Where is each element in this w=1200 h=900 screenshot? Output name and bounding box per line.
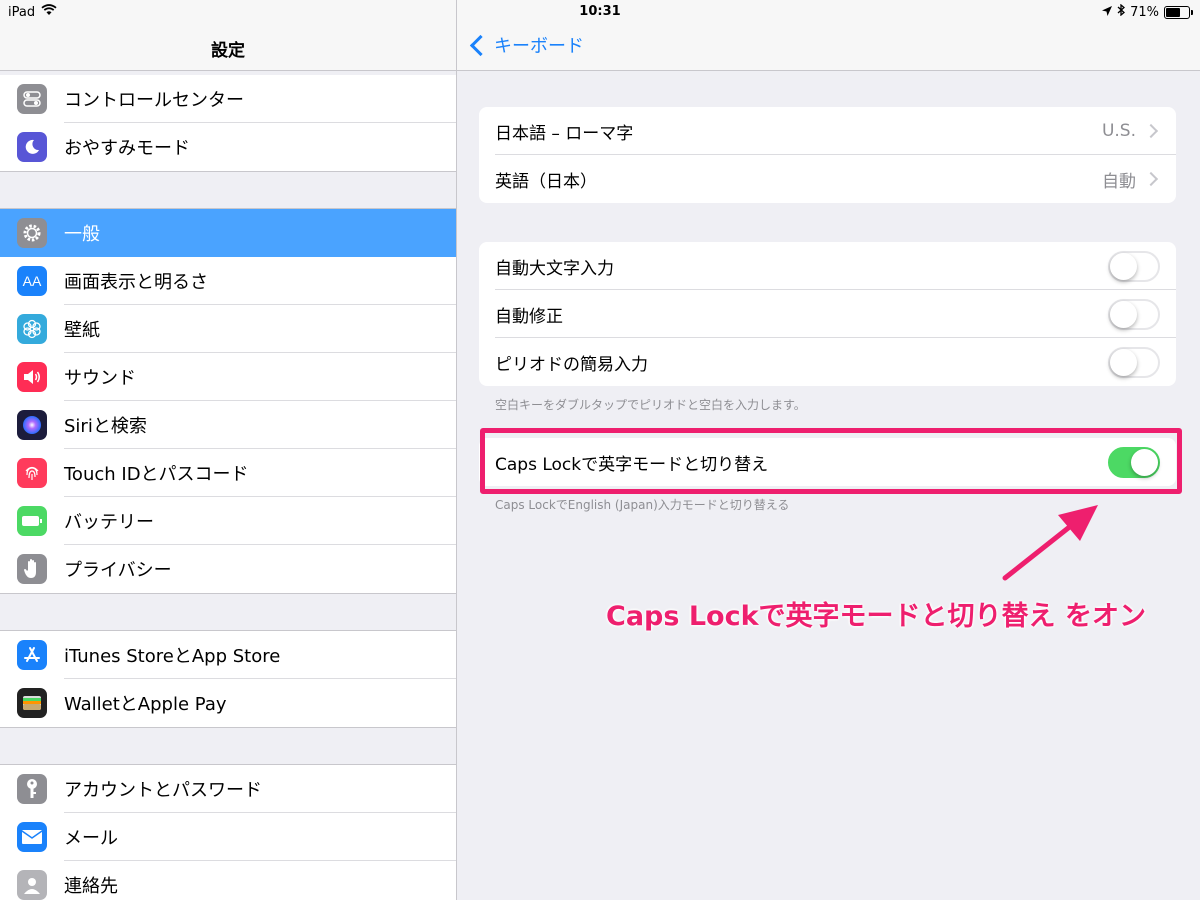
sidebar-item-label: サウンド [64, 368, 136, 389]
toggle-knob [1110, 252, 1137, 280]
wallet-icon [17, 688, 47, 718]
sidebar-item-label: iTunes StoreとApp Store [64, 646, 281, 667]
sidebar-item-gear[interactable]: 一般 [0, 209, 456, 257]
gear-icon [17, 218, 47, 248]
sidebar-item-label: アカウントとパスワード [64, 780, 262, 801]
key-icon [17, 774, 47, 804]
hand-icon [17, 554, 47, 584]
location-icon [1102, 5, 1113, 20]
moon-icon [17, 132, 47, 162]
period-shortcut-toggle[interactable] [1108, 346, 1160, 378]
sidebar-item-label: Siriと検索 [64, 416, 147, 437]
speaker-icon [17, 362, 47, 392]
period-shortcut-row: ピリオドの簡易入力 [479, 338, 1176, 386]
caps-lock-footnote: Caps LockでEnglish (Japan)入力モードと切り替える [495, 498, 790, 512]
status-bar: iPad 10:31 71% [0, 0, 1200, 24]
keyboard-label: 英語（日本） [495, 171, 597, 192]
keyboards-group: 日本語 – ローマ字 U.S. 英語（日本） 自動 [479, 107, 1176, 203]
sidebar-item-mail[interactable]: メール [0, 813, 456, 861]
battery-percent: 71% [1130, 4, 1159, 20]
sidebar-item-wallpaper-flower[interactable]: 壁紙 [0, 305, 456, 353]
toggle-knob [1110, 300, 1137, 328]
sidebar-item-siri[interactable]: Siriと検索 [0, 401, 456, 449]
auto-correction-row: 自動修正 [479, 290, 1176, 338]
sidebar-group: 一般 AA 画面表示と明るさ 壁紙サウンド Siriと検索 Touch IDとパスコードバ… [0, 208, 456, 594]
sidebar-item-battery[interactable]: バッテリー [0, 497, 456, 545]
sidebar-item-label: バッテリー [64, 512, 154, 533]
sidebar-item-label: 一般 [64, 224, 100, 245]
sidebar-item-fingerprint[interactable]: Touch IDとパスコード [0, 449, 456, 497]
sidebar-item-app-store[interactable]: iTunes StoreとApp Store [0, 631, 456, 679]
auto-capitalization-row: 自動大文字入力 [479, 242, 1176, 290]
sidebar-list: コントロールセンター おやすみモード 一般 AA 画面表示と明るさ 壁紙 サウンド Siriと… [0, 75, 456, 900]
control-center-icon [17, 84, 47, 114]
mail-icon [17, 822, 47, 852]
siri-icon [17, 410, 47, 440]
back-button[interactable]: キーボード [469, 32, 584, 58]
chevron-left-icon [469, 34, 492, 56]
sidebar-item-label: プライバシー [64, 560, 172, 581]
battery-icon [17, 506, 47, 536]
toggle-label: 自動修正 [495, 306, 563, 327]
auto-capitalization-toggle[interactable] [1108, 250, 1160, 282]
battery-status-icon [1164, 5, 1193, 19]
keyboard-label: 日本語 – ローマ字 [495, 123, 634, 144]
wallpaper-flower-icon [17, 314, 47, 344]
keyboard-row-english-japan[interactable]: 英語（日本） 自動 [479, 155, 1176, 203]
toggle-label: ピリオドの簡易入力 [495, 354, 648, 375]
toggle-knob [1110, 348, 1137, 376]
period-shortcut-footnote: 空白キーをダブルタップでピリオドと空白を入力します。 [495, 398, 806, 412]
sidebar-item-display-brightness[interactable]: AA 画面表示と明るさ [0, 257, 456, 305]
sidebar-item-label: 連絡先 [64, 876, 118, 897]
app-store-icon [17, 640, 47, 670]
display-brightness-icon: AA [17, 266, 47, 296]
sidebar-item-wallet[interactable]: WalletとApple Pay [0, 679, 456, 727]
annotation-text: Caps Lockで英字モードと切り替え をオン [606, 601, 1146, 632]
sidebar-item-control-center[interactable]: コントロールセンター [0, 75, 456, 123]
contacts-icon [17, 870, 47, 900]
fingerprint-icon [17, 458, 47, 488]
sidebar-item-hand[interactable]: プライバシー [0, 545, 456, 593]
auto-correction-toggle[interactable] [1108, 298, 1160, 330]
bluetooth-icon [1117, 3, 1126, 20]
sidebar-item-label: メール [64, 828, 118, 849]
chevron-right-icon [1143, 171, 1159, 187]
sidebar-item-speaker[interactable]: サウンド [0, 353, 456, 401]
sidebar-group: iTunes StoreとApp Store WalletとApple Pay [0, 630, 456, 728]
sidebar-item-contacts[interactable]: 連絡先 [0, 861, 456, 900]
keyboard-row-japanese-romaji[interactable]: 日本語 – ローマ字 U.S. [479, 107, 1176, 155]
sidebar-group: アカウントとパスワード メール連絡先 [0, 764, 456, 900]
toggle-label: 自動大文字入力 [495, 258, 614, 279]
keyboard-value: 自動 [1102, 171, 1136, 192]
sidebar-item-key[interactable]: アカウントとパスワード [0, 765, 456, 813]
sidebar-item-label: Touch IDとパスコード [64, 464, 249, 485]
sidebar-item-label: WalletとApple Pay [64, 694, 227, 715]
keyboard-value: U.S. [1101, 121, 1136, 141]
annotation-highlight-box [480, 428, 1182, 494]
sidebar-item-label: 画面表示と明るさ [64, 272, 208, 293]
sidebar-item-label: おやすみモード [64, 138, 190, 159]
settings-sidebar: 設定 コントロールセンター おやすみモード 一般 AA 画面表示と明るさ 壁紙 サウンド Si… [0, 0, 457, 900]
sidebar-item-label: 壁紙 [64, 320, 100, 341]
sidebar-item-label: コントロールセンター [64, 90, 244, 111]
sidebar-item-moon[interactable]: おやすみモード [0, 123, 456, 171]
typing-options-group: 自動大文字入力 自動修正 ピリオドの簡易入力 [479, 242, 1176, 386]
sidebar-title: 設定 [211, 41, 245, 61]
clock: 10:31 [579, 4, 621, 19]
back-label: キーボード [494, 36, 584, 57]
sidebar-group: コントロールセンター おやすみモード [0, 75, 456, 172]
chevron-right-icon [1143, 123, 1159, 139]
